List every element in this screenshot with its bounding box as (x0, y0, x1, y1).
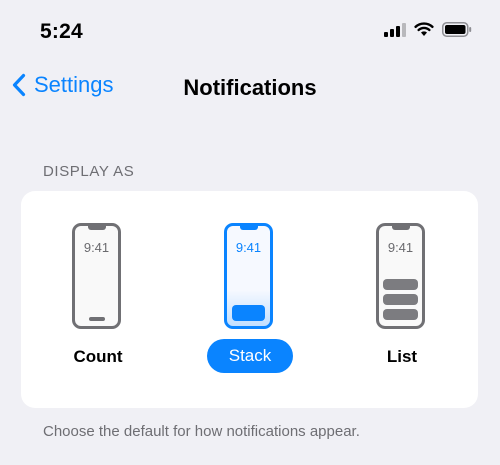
section-footer-text: Choose the default for how notifications… (43, 423, 360, 440)
phone-notch (391, 226, 410, 230)
status-time: 5:24 (40, 20, 83, 43)
option-label-count: Count (73, 347, 123, 366)
cellular-signal-icon (384, 22, 406, 37)
phone-notch (239, 226, 258, 230)
battery-icon (442, 22, 472, 37)
status-bar: 5:24 (0, 0, 500, 58)
phone-notch (87, 226, 106, 230)
page-title: Notifications (183, 75, 317, 100)
list-phone-preview: 9:41 (376, 223, 425, 329)
navigation-bar: Settings Notifications (0, 62, 500, 114)
phone-preview-time: 9:41 (83, 240, 110, 255)
option-label-list: List (386, 347, 418, 366)
list-notification-block (383, 294, 418, 305)
list-notification-block (383, 279, 418, 290)
stacked-notification-block (232, 305, 265, 321)
display-as-card: 9:41 Count 9:41 Stack 9:41 List (21, 191, 478, 408)
display-option-count[interactable]: 9:41 Count (43, 223, 153, 383)
wifi-icon (414, 22, 434, 36)
status-icons (384, 22, 472, 37)
display-option-stack[interactable]: 9:41 Stack (195, 223, 305, 383)
display-option-list[interactable]: 9:41 List (347, 223, 457, 383)
stack-phone-preview: 9:41 (224, 223, 273, 329)
count-phone-preview: 9:41 (72, 223, 121, 329)
phone-preview-time: 9:41 (235, 240, 262, 255)
count-indicator (88, 317, 105, 321)
list-notification-block (383, 309, 418, 320)
section-header-display-as: DISPLAY AS (43, 163, 135, 180)
option-label-stack-selected: Stack (207, 339, 293, 373)
phone-preview-time: 9:41 (387, 240, 414, 255)
